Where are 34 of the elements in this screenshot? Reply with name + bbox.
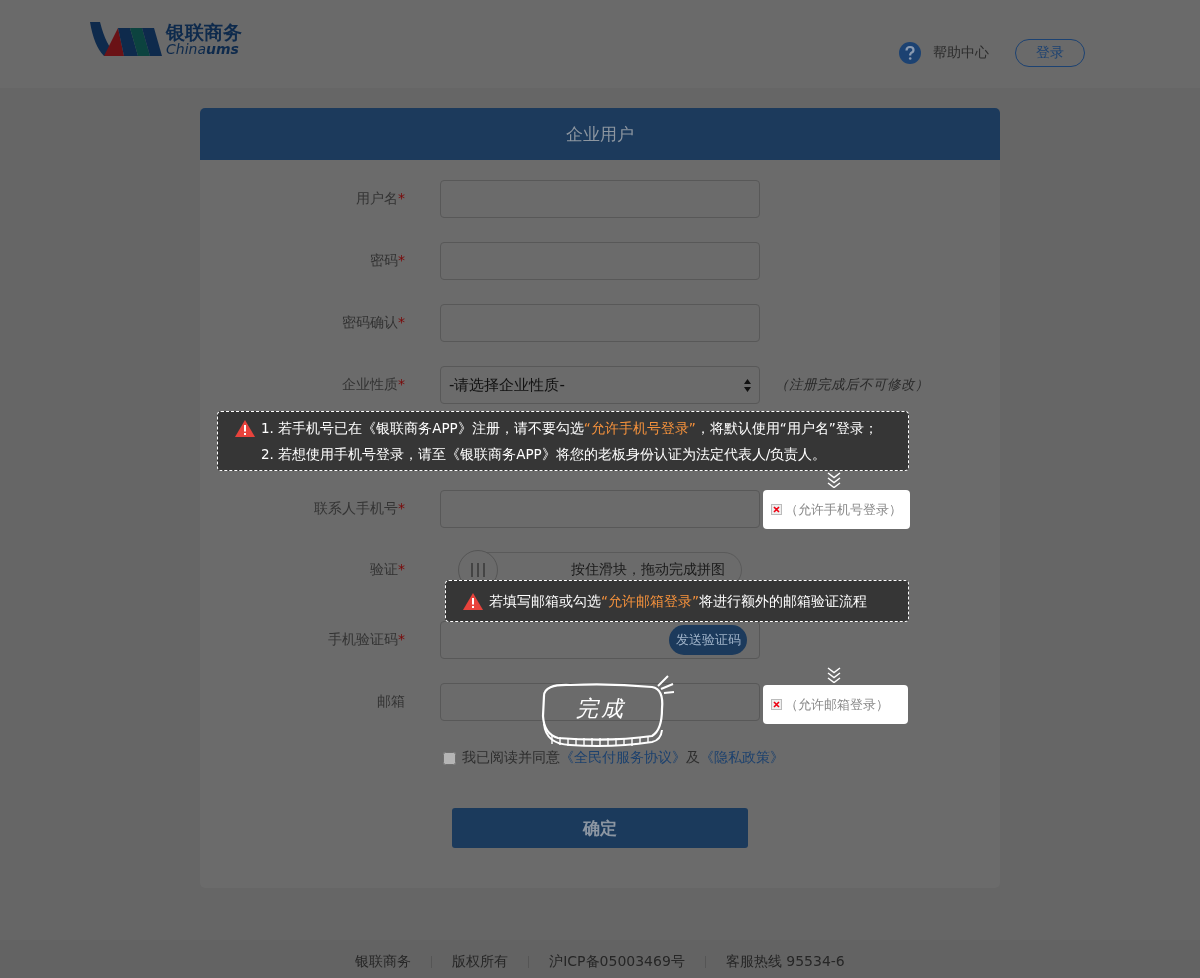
login-option-box[interactable]: （允许手机号登录） <box>763 490 910 529</box>
footer-text: 版权所有 <box>452 953 509 971</box>
broken-image-icon <box>771 504 782 515</box>
tooltip-text: 若填写邮箱或勾选“允许邮箱登录”将进行额外的邮箱验证流程 <box>489 592 867 611</box>
done-sticker: 完成 <box>540 674 676 748</box>
select-dropdown[interactable]: -请选择企业性质- <box>440 366 760 404</box>
footer-text: 沪ICP备05003469号 <box>549 953 685 971</box>
warning-icon <box>235 420 255 437</box>
logo-text: 银联商务 <box>166 22 242 42</box>
footer-text: 银联商务 <box>355 953 412 971</box>
login-option-label: （允许手机号登录） <box>785 500 902 519</box>
privacy-policy-link[interactable]: 《隐私政策》 <box>700 749 784 765</box>
help-icon[interactable] <box>899 42 921 64</box>
tooltip-text: 2. 若想使用手机号登录，请至《银联商务APP》将您的老板身份认证为法定代表人/负责人。 <box>261 445 828 464</box>
footer-text: 客服热线 95534-6 <box>725 953 845 971</box>
login-option-box[interactable]: （允许邮箱登录） <box>763 685 908 724</box>
input-field[interactable] <box>440 683 760 721</box>
field-label: 联系人手机号* <box>314 500 405 518</box>
sort-arrows-icon <box>744 378 751 392</box>
service-agreement-link[interactable]: 《全民付服务协议》 <box>560 749 686 765</box>
card-title: 企业用户 <box>200 108 1000 160</box>
logo-icon <box>90 20 162 58</box>
send-code-button[interactable]: 发送验证码 <box>669 625 747 655</box>
chevrons-down-icon <box>827 667 841 683</box>
tooltip-text: 1. 若手机号已在《银联商务APP》注册，请不要勾选“允许手机号登录”，将默认使用“用户名”登录； <box>261 419 878 438</box>
confirm-button[interactable]: 确定 <box>452 808 748 848</box>
logo-subtext: Chinaums <box>166 41 239 56</box>
field-note: （注册完成后不可修改） <box>775 376 930 394</box>
agree-checkbox[interactable] <box>443 751 456 765</box>
login-option-label: （允许邮箱登录） <box>785 695 889 714</box>
help-center-link[interactable]: 帮助中心 <box>933 44 989 62</box>
warning-icon <box>463 592 483 610</box>
broken-image-icon <box>771 699 782 710</box>
slider-hint: 按住滑块，拖动完成拼图 <box>571 561 725 579</box>
